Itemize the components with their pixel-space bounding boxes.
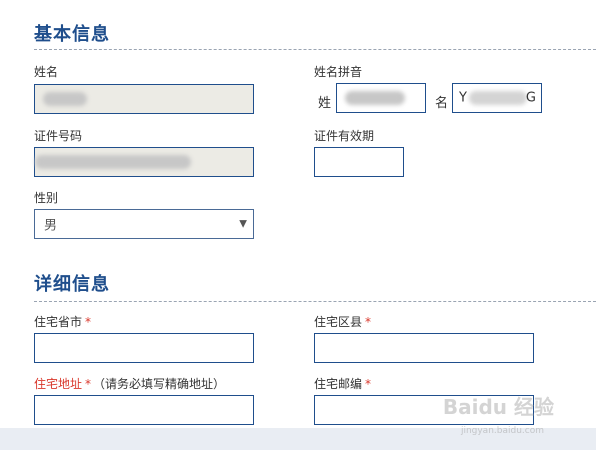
surname-pinyin-field[interactable] [336,83,426,113]
address-field[interactable] [34,395,254,425]
gender-label: 性别 [34,191,59,205]
address-label-text: 住宅地址 [34,377,83,391]
required-mark: * [85,315,92,329]
id-number-label: 证件号码 [34,129,83,143]
required-mark: * [85,377,92,391]
watermark-url: jingyan.baidu.com [460,426,544,436]
redacted-id-number [35,155,191,169]
section-title-basic: 基本信息 [34,24,110,45]
required-mark: * [365,377,372,391]
id-number-field[interactable] [34,147,254,177]
id-validity-field[interactable] [314,147,404,177]
given-name-pinyin-field[interactable]: Y G [452,83,542,113]
given-name-end: G [525,90,536,106]
section-title-detail: 详细信息 [34,274,110,295]
name-field[interactable] [34,84,254,114]
district-label-text: 住宅区县 [314,315,363,329]
gender-value: 男 [44,218,58,234]
given-name-prefix: 名 [435,96,449,111]
district-label: 住宅区县 * [314,313,371,330]
gender-select[interactable]: 男 ▼ [34,209,254,239]
address-note: （请务必填写精确地址） [93,377,226,391]
redacted-surname [345,91,405,105]
district-field[interactable] [314,333,534,363]
postcode-label: 住宅邮编 * [314,375,371,392]
postcode-label-text: 住宅邮编 [314,377,363,391]
watermark-logo: Baidu 经验 [442,395,554,419]
section-divider [34,49,596,50]
redacted-given-name [469,91,527,105]
id-validity-label: 证件有效期 [314,129,375,143]
section-divider [34,301,596,302]
redacted-name [43,92,87,106]
province-field[interactable] [34,333,254,363]
required-mark: * [365,315,372,329]
chevron-down-icon: ▼ [239,218,247,230]
surname-prefix: 姓 [318,96,332,111]
name-label: 姓名 [34,65,59,79]
province-label: 住宅省市 * [34,313,91,330]
pinyin-label: 姓名拼音 [314,65,363,79]
given-name-start: Y [459,90,467,106]
address-label: 住宅地址 * （请务必填写精确地址） [34,375,225,392]
province-label-text: 住宅省市 [34,315,83,329]
